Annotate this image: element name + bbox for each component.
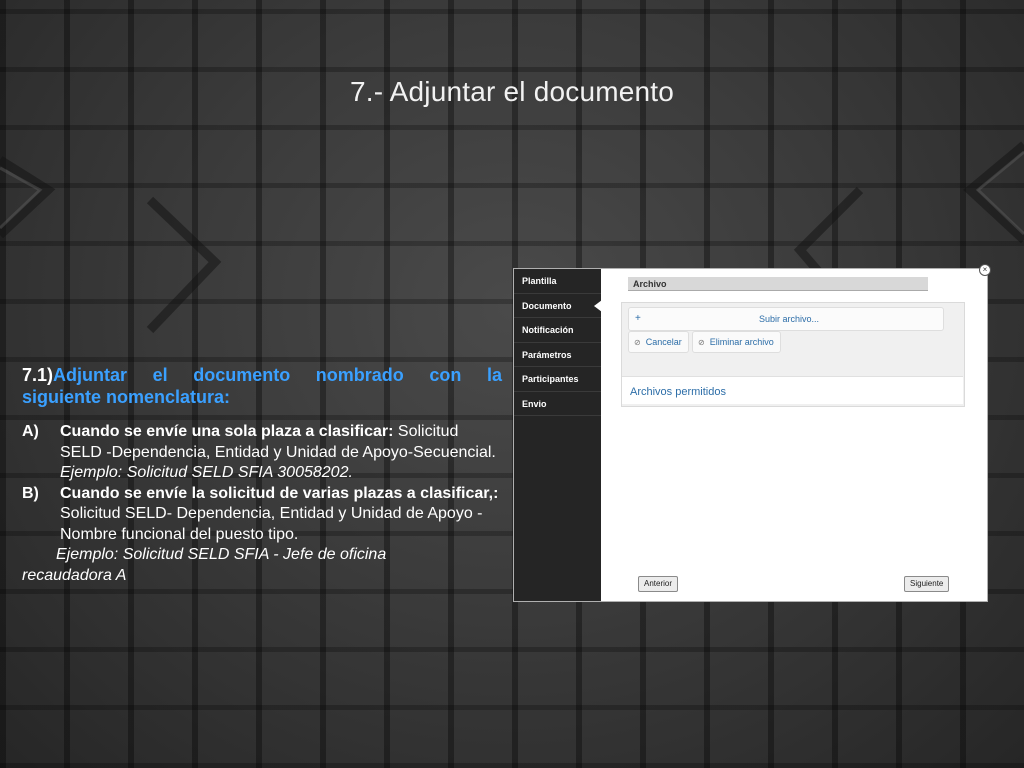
delete-icon: ⊘ xyxy=(698,338,705,347)
sidebar-item-envio[interactable]: Envio xyxy=(514,392,601,416)
instruction-item-b: B) Cuando se envíe la solicitud de varia… xyxy=(22,484,502,546)
instructions-heading: 7.1)Adjuntar el documento nombrado con l… xyxy=(22,364,502,386)
sidebar-item-notificacion[interactable]: Notificación xyxy=(514,318,601,343)
slide-title: 7.- Adjuntar el documento xyxy=(349,76,675,107)
instruction-item-a: A) Cuando se envíe una sola plaza a clas… xyxy=(22,422,502,463)
item-example: Ejemplo: Solicitud SELD SFIA 30058202. xyxy=(60,464,353,481)
item-label: A) xyxy=(22,423,39,440)
delete-file-button[interactable]: ⊘ Eliminar archivo xyxy=(692,331,781,353)
cancel-icon: ⊘ xyxy=(634,338,641,347)
archivo-header: Archivo xyxy=(628,277,928,291)
sidebar-item-participantes[interactable]: Participantes xyxy=(514,367,601,392)
previous-button[interactable]: Anterior xyxy=(638,576,679,592)
heading-text-continued: siguiente nomenclatura: xyxy=(22,387,231,407)
close-icon[interactable]: × xyxy=(979,264,991,276)
item-example: Ejemplo: Solicitud SELD SFIA - Jefe de o… xyxy=(56,546,387,563)
cancel-button[interactable]: ⊘ Cancelar xyxy=(628,331,689,353)
item-label: B) xyxy=(22,484,39,502)
heading-number: 7.1) xyxy=(22,365,54,385)
wizard-sidebar: Plantilla Documento Notificación Parámet… xyxy=(514,269,602,601)
item-example-continued: recaudadora A xyxy=(22,566,127,584)
upload-button[interactable]: + Subir archivo... xyxy=(628,307,944,331)
delete-label: Eliminar archivo xyxy=(709,337,774,347)
plus-icon: + xyxy=(635,313,641,324)
item-bold: Cuando se envíe la solicitud de varias p… xyxy=(60,484,499,502)
sidebar-item-plantilla[interactable]: Plantilla xyxy=(514,269,601,294)
allowed-files-label: Archivos permitidos xyxy=(622,376,963,404)
sidebar-item-documento[interactable]: Documento xyxy=(514,294,602,318)
sidebar-item-parametros[interactable]: Parámetros xyxy=(514,343,601,367)
upload-panel: + Subir archivo... ⊘ Cancelar ⊘ Eliminar a… xyxy=(621,302,965,407)
app-screenshot: × Plantilla Documento Notificación Parám… xyxy=(513,264,991,602)
item-text: Solicitud SELD- Dependencia, Entidad y U… xyxy=(60,505,483,543)
upload-label: Subir archivo... xyxy=(759,314,820,324)
instructions: 7.1)Adjuntar el documento nombrado con l… xyxy=(22,364,502,586)
cancel-label: Cancelar xyxy=(645,337,682,347)
heading-text: Adjuntar el documento nombrado con la xyxy=(53,365,502,385)
item-bold: Cuando se envíe una sola plaza a clasifi… xyxy=(60,423,394,440)
next-button[interactable]: Siguiente xyxy=(904,576,950,592)
